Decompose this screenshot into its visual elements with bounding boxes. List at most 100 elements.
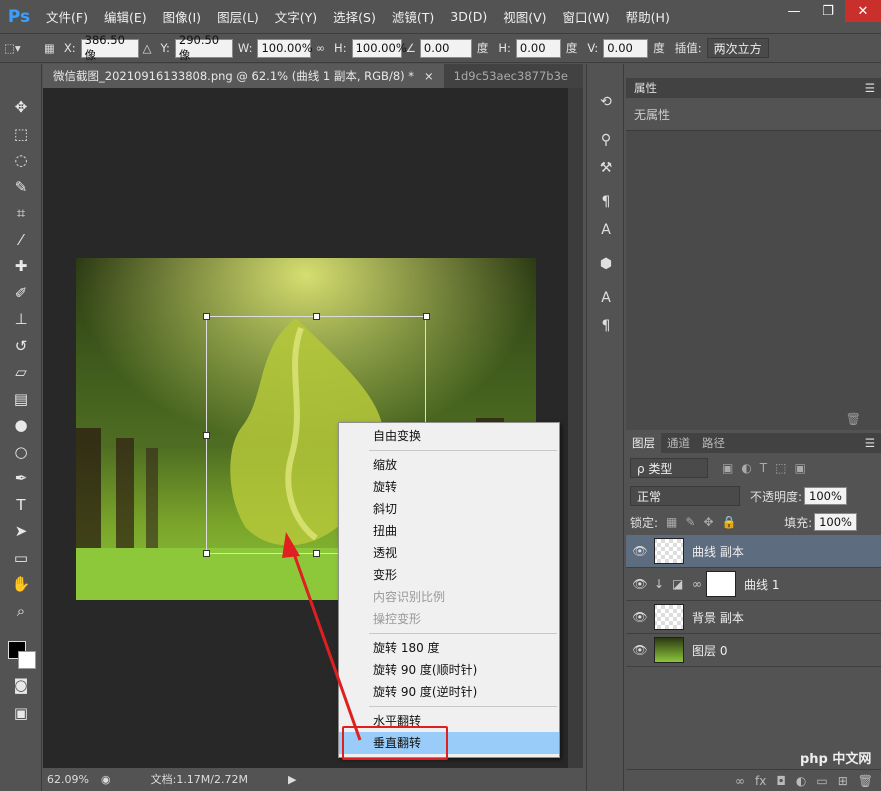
filter-icons[interactable]: ▣◐T⬚▣: [722, 461, 814, 475]
type-tool-icon[interactable]: T: [0, 492, 42, 519]
zoom-level[interactable]: 62.09%: [43, 773, 95, 786]
transform-handle[interactable]: [203, 313, 210, 320]
layer-row[interactable]: 👁 背景 副本: [626, 601, 881, 634]
menu-rotate-90-ccw[interactable]: 旋转 90 度(逆时针): [339, 681, 559, 703]
menu-file[interactable]: 文件(F): [38, 0, 96, 33]
3d-icon[interactable]: ⬢: [587, 250, 625, 278]
new-layer-icon[interactable]: ⊞: [838, 774, 848, 788]
adjustment-layer-icon[interactable]: ◐: [796, 774, 806, 788]
link-icon[interactable]: ∞: [311, 41, 329, 55]
layer-row[interactable]: 👁 ↓ ◪ ∞ 曲线 1: [626, 568, 881, 601]
opacity-input[interactable]: 100%: [804, 487, 847, 505]
menu-scale[interactable]: 缩放: [339, 454, 559, 476]
eye-icon[interactable]: 👁: [626, 544, 654, 558]
layer-row[interactable]: 👁 曲线 副本: [626, 535, 881, 568]
w-input[interactable]: 100.00%: [257, 38, 313, 58]
menu-free-transform[interactable]: 自由变换: [339, 425, 559, 447]
menu-rotate[interactable]: 旋转: [339, 476, 559, 498]
brush-preset-icon[interactable]: ⚲: [587, 126, 625, 154]
menu-distort[interactable]: 扭曲: [339, 520, 559, 542]
reference-point-icon[interactable]: ▦: [40, 41, 59, 55]
minimize-button[interactable]: —: [777, 0, 811, 22]
vskew-input[interactable]: 0.00: [603, 38, 649, 58]
pen-tool-icon[interactable]: ✒: [0, 465, 42, 492]
history-brush-tool-icon[interactable]: ↺: [0, 333, 42, 360]
blur-tool-icon[interactable]: ●: [0, 412, 42, 439]
quick-select-tool-icon[interactable]: ✎: [0, 174, 42, 201]
transform-handle[interactable]: [203, 550, 210, 557]
menu-rotate-90-cw[interactable]: 旋转 90 度(顺时针): [339, 659, 559, 681]
canvas-scrollbar[interactable]: [568, 88, 583, 768]
menu-skew[interactable]: 斜切: [339, 498, 559, 520]
h-input[interactable]: 100.00%: [351, 38, 407, 58]
shape-tool-icon[interactable]: ▭: [0, 545, 42, 572]
transform-handle[interactable]: [313, 550, 320, 557]
menu-rotate-180[interactable]: 旋转 180 度: [339, 637, 559, 659]
y-input[interactable]: 290.50 像: [174, 33, 233, 62]
healing-brush-tool-icon[interactable]: ✚: [0, 253, 42, 280]
crop-tool-icon[interactable]: ⌗: [0, 200, 42, 227]
history-icon[interactable]: ⟲: [587, 88, 625, 116]
menu-filter[interactable]: 滤镜(T): [384, 0, 442, 33]
status-menu-icon[interactable]: ◉: [101, 773, 111, 786]
transform-tool-icon[interactable]: ⬚▾: [0, 41, 40, 55]
eye-icon[interactable]: 👁: [626, 577, 654, 591]
color-swatches[interactable]: [8, 641, 38, 671]
transform-handle[interactable]: [203, 432, 210, 439]
interpolation-select[interactable]: 两次立方: [706, 38, 769, 58]
marquee-tool-icon[interactable]: ⬚: [0, 121, 42, 148]
character-icon[interactable]: A: [587, 284, 625, 312]
new-group-icon[interactable]: ▭: [816, 774, 827, 788]
delete-layer-icon[interactable]: 🗑: [858, 774, 873, 788]
menu-flip-horizontal[interactable]: 水平翻转: [339, 710, 559, 732]
menu-3d[interactable]: 3D(D): [442, 0, 495, 33]
eraser-tool-icon[interactable]: ▱: [0, 359, 42, 386]
transform-handle[interactable]: [313, 313, 320, 320]
fill-input[interactable]: 100%: [814, 513, 857, 531]
link-layers-icon[interactable]: ∞: [735, 774, 745, 788]
trash-icon[interactable]: 🗑: [846, 412, 861, 426]
angle-input[interactable]: 0.00: [419, 38, 472, 58]
eye-icon[interactable]: 👁: [626, 643, 654, 657]
blend-mode-select[interactable]: 正常: [630, 486, 740, 506]
close-button[interactable]: ✕: [845, 0, 881, 22]
restore-button[interactable]: ❐: [811, 0, 845, 22]
stamp-tool-icon[interactable]: ⊥: [0, 306, 42, 333]
menu-view[interactable]: 视图(V): [495, 0, 554, 33]
status-arrow-icon[interactable]: ▶: [288, 773, 296, 786]
dodge-tool-icon[interactable]: ○: [0, 439, 42, 466]
menu-layer[interactable]: 图层(L): [209, 0, 267, 33]
fx-icon[interactable]: fx: [755, 774, 766, 788]
background-color[interactable]: [18, 651, 36, 669]
gradient-tool-icon[interactable]: ▤: [0, 386, 42, 413]
menu-warp[interactable]: 变形: [339, 564, 559, 586]
panel-menu-icon[interactable]: ☰: [865, 81, 881, 95]
paragraph-style-icon[interactable]: ¶: [587, 188, 625, 216]
tab-close-icon[interactable]: ×: [424, 69, 434, 83]
eyedropper-tool-icon[interactable]: ⁄: [0, 227, 42, 254]
hand-tool-icon[interactable]: ✋: [0, 571, 42, 598]
tab-inactive-document[interactable]: 1d9c53aec3877b3e: [444, 64, 578, 88]
zoom-tool-icon[interactable]: ⌕: [0, 598, 42, 625]
tab-channels[interactable]: 通道: [661, 433, 696, 453]
eye-icon[interactable]: 👁: [626, 610, 654, 624]
properties-tab[interactable]: 属性: [634, 80, 657, 96]
menu-window[interactable]: 窗口(W): [555, 0, 618, 33]
menu-type[interactable]: 文字(Y): [267, 0, 325, 33]
add-mask-icon[interactable]: ◘: [776, 774, 786, 788]
menu-edit[interactable]: 编辑(E): [96, 0, 155, 33]
character-style-icon[interactable]: A: [587, 216, 625, 244]
menu-perspective[interactable]: 透视: [339, 542, 559, 564]
tab-paths[interactable]: 路径: [696, 433, 731, 453]
panel-menu-icon[interactable]: ☰: [865, 433, 881, 453]
layer-filter-select[interactable]: ρ 类型: [630, 458, 708, 478]
layer-row[interactable]: 👁 图层 0: [626, 634, 881, 667]
lock-icons[interactable]: ▦✎✥🔒: [666, 515, 744, 529]
menu-flip-vertical[interactable]: 垂直翻转: [339, 732, 559, 754]
move-tool-icon[interactable]: ✥: [0, 94, 42, 121]
menu-select[interactable]: 选择(S): [325, 0, 384, 33]
hskew-input[interactable]: 0.00: [515, 38, 561, 58]
path-select-tool-icon[interactable]: ➤: [0, 518, 42, 545]
brush-tool-icon[interactable]: ✐: [0, 280, 42, 307]
tab-layers[interactable]: 图层: [626, 433, 661, 453]
